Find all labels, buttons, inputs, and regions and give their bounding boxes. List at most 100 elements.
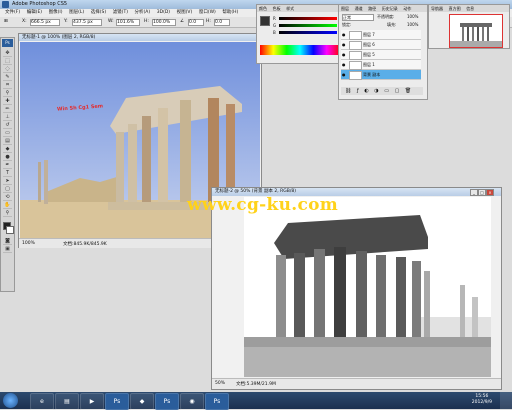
link-layers-icon[interactable]: ⛓ <box>345 88 351 94</box>
doc1-zoom[interactable]: 100% <box>22 241 35 246</box>
fx-icon[interactable]: ƒ <box>357 88 359 94</box>
quick-mask-icon[interactable]: ◙ <box>3 238 12 245</box>
eye-icon[interactable]: ● <box>342 62 347 67</box>
doc2-zoom[interactable]: 50% <box>215 381 225 386</box>
new-layer-icon[interactable]: ▢ <box>395 88 400 94</box>
document-window-2[interactable]: 无标题-2 @ 50% (背景 副本 2, RGB/8) _ □ × 50% 文… <box>211 187 502 390</box>
doc2-canvas[interactable] <box>214 197 491 377</box>
gradient-tool-icon[interactable]: ▤ <box>3 138 12 145</box>
eye-icon[interactable]: ● <box>342 32 347 37</box>
tab-layers[interactable]: 图层 <box>341 5 349 12</box>
screen-mode-icon[interactable]: ▣ <box>3 246 12 253</box>
trash-icon[interactable]: 🗑 <box>405 88 411 94</box>
layer-row-selected[interactable]: ● 背景 副本 <box>341 70 421 80</box>
type-tool-icon[interactable]: T <box>3 170 12 177</box>
doc1-title-bar[interactable]: 无标题-1 @ 100% (图层 2, RGB/8) <box>19 34 261 41</box>
angle-field[interactable]: 0.0 <box>188 19 204 26</box>
brush-tool-icon[interactable]: ✏ <box>3 106 12 113</box>
taskbar-ie-icon[interactable]: e <box>30 393 54 410</box>
taskbar-photoshop-icon-3[interactable]: Ps <box>205 393 229 410</box>
menu-image[interactable]: 图像(I) <box>49 9 63 17</box>
maximize-button[interactable]: □ <box>478 189 486 196</box>
3d-rotate-icon[interactable]: ⟲ <box>3 194 12 201</box>
zoom-tool-icon[interactable]: ⚲ <box>3 210 12 217</box>
crop-tool-icon[interactable]: ⌗ <box>3 82 12 89</box>
taskbar-photoshop-icon-2[interactable]: Ps <box>155 393 179 410</box>
menu-analysis[interactable]: 分析(A) <box>135 9 151 17</box>
red-slider[interactable] <box>279 17 337 20</box>
height-field[interactable]: 100.0% <box>152 19 176 26</box>
close-button[interactable]: × <box>486 189 494 196</box>
transform-icon[interactable]: ⊞ <box>4 19 8 24</box>
x-field[interactable]: 666.5 px <box>30 19 60 26</box>
quick-select-icon[interactable]: ✎ <box>3 74 12 81</box>
fill-field[interactable]: 100% <box>407 22 418 27</box>
menu-edit[interactable]: 编辑(E) <box>27 9 42 17</box>
menu-help[interactable]: 帮助(H) <box>222 9 238 17</box>
taskbar-explorer-icon[interactable]: ▤ <box>55 393 79 410</box>
taskbar-chrome-icon[interactable]: ◉ <box>180 393 204 410</box>
menu-view[interactable]: 视图(V) <box>177 9 193 17</box>
system-clock[interactable]: 15:56 2012/9/9 <box>472 394 492 406</box>
shape-tool-icon[interactable]: ▢ <box>3 186 12 193</box>
blue-slider[interactable] <box>279 31 337 34</box>
layer-row[interactable]: ● 图层 6 <box>341 40 421 50</box>
move-tool-icon[interactable]: ✥ <box>3 50 12 57</box>
stamp-tool-icon[interactable]: ⊥ <box>3 114 12 121</box>
eye-icon[interactable]: ● <box>342 42 347 47</box>
background-color-swatch[interactable] <box>6 226 14 234</box>
eye-icon[interactable]: ● <box>342 52 347 57</box>
show-desktop-button[interactable] <box>500 392 512 409</box>
menu-file[interactable]: 文件(F) <box>5 9 20 17</box>
taskbar-photoshop-icon[interactable]: Ps <box>105 393 129 410</box>
skew-field[interactable]: 0.0 <box>214 19 230 26</box>
folder-icon[interactable]: ▭ <box>384 88 389 94</box>
navigator-thumbnail[interactable] <box>449 14 503 48</box>
menu-window[interactable]: 窗口(W) <box>199 9 216 17</box>
menu-layer[interactable]: 图层(L) <box>69 9 84 17</box>
tab-info[interactable]: 信息 <box>466 5 474 12</box>
tab-actions[interactable]: 动作 <box>403 5 411 12</box>
start-button[interactable] <box>3 393 18 408</box>
minimize-button[interactable]: _ <box>470 189 478 196</box>
menu-filter[interactable]: 滤镜(T) <box>113 9 128 17</box>
width-field[interactable]: 101.6% <box>116 19 140 26</box>
marquee-tool-icon[interactable]: ⬚ <box>3 58 12 65</box>
taskbar-app-icon[interactable]: ◆ <box>130 393 154 410</box>
green-slider[interactable] <box>279 24 337 27</box>
hand-tool-icon[interactable]: ✋ <box>3 202 12 209</box>
tab-color[interactable]: 颜色 <box>259 5 267 12</box>
y-field[interactable]: 437.5 px <box>72 19 102 26</box>
tab-swatches[interactable]: 色板 <box>273 5 281 12</box>
menu-3d[interactable]: 3D(D) <box>157 9 170 17</box>
dodge-tool-icon[interactable]: ● <box>3 154 12 161</box>
history-brush-icon[interactable]: ↺ <box>3 122 12 129</box>
color-panel-tabs: 颜色 色板 样式 <box>257 5 344 12</box>
tab-channels[interactable]: 通道 <box>355 5 363 12</box>
layer-row[interactable]: ● 图层 7 <box>341 30 421 40</box>
color-panel-swatch[interactable] <box>260 16 270 26</box>
layer-thumbnail <box>349 51 362 60</box>
opacity-field[interactable]: 100% <box>407 14 418 19</box>
blur-tool-icon[interactable]: ◆ <box>3 146 12 153</box>
mask-icon[interactable]: ◐ <box>364 88 368 94</box>
heal-tool-icon[interactable]: ✚ <box>3 98 12 105</box>
tab-navigator[interactable]: 导航器 <box>431 5 443 12</box>
menu-select[interactable]: 选择(S) <box>91 9 106 17</box>
blend-mode-select[interactable]: 正常 <box>342 14 374 21</box>
pen-tool-icon[interactable]: ✒ <box>3 162 12 169</box>
layer-row[interactable]: ● 图层 5 <box>341 50 421 60</box>
tab-history[interactable]: 历史记录 <box>382 5 398 12</box>
lasso-tool-icon[interactable]: ◌ <box>3 66 12 73</box>
taskbar-media-icon[interactable]: ▶ <box>80 393 104 410</box>
eraser-tool-icon[interactable]: ▭ <box>3 130 12 137</box>
path-select-icon[interactable]: ➤ <box>3 178 12 185</box>
spectrum-bar[interactable] <box>260 45 340 55</box>
eye-icon[interactable]: ● <box>342 72 347 77</box>
eyedropper-icon[interactable]: ⚲ <box>3 90 12 97</box>
adjustment-icon[interactable]: ◑ <box>374 88 378 94</box>
tab-styles[interactable]: 样式 <box>286 5 294 12</box>
layer-row[interactable]: ● 图层 1 <box>341 60 421 70</box>
tab-paths[interactable]: 路径 <box>368 5 376 12</box>
tab-histogram[interactable]: 直方图 <box>449 5 461 12</box>
